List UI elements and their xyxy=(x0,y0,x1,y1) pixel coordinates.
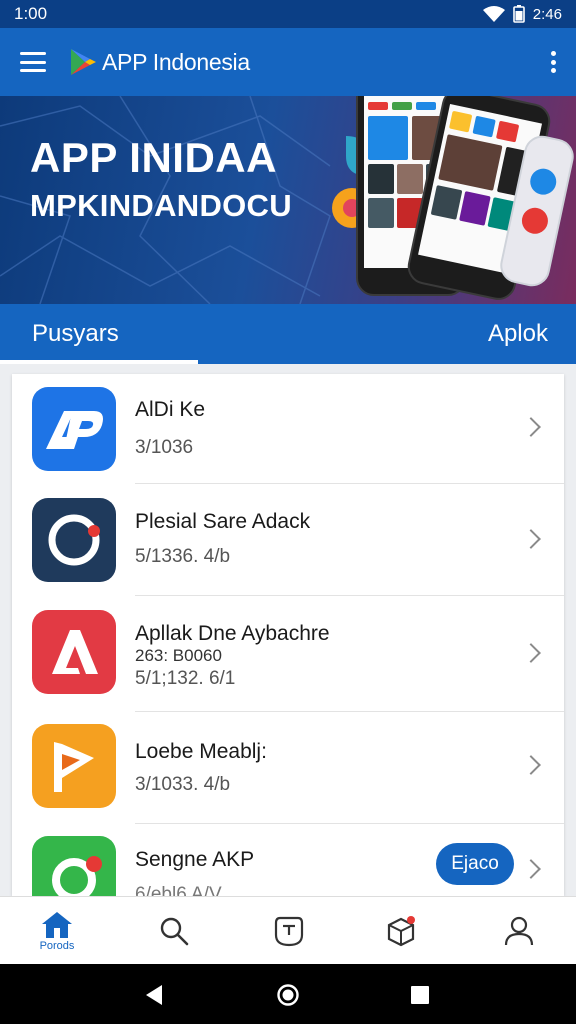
app-name: Apllak Dne Aybachre xyxy=(135,622,330,645)
chevron-right-icon[interactable] xyxy=(521,755,541,775)
app-meta: 3/1036 xyxy=(135,437,194,458)
chevron-right-icon[interactable] xyxy=(521,529,541,549)
wifi-icon xyxy=(482,6,505,22)
app-bar: APP Indonesia xyxy=(0,28,576,96)
app-meta: 6/ebl6 A/V... xyxy=(135,884,236,896)
apps-box-icon xyxy=(387,916,415,947)
back-icon[interactable] xyxy=(144,984,164,1006)
chevron-right-icon[interactable] xyxy=(521,643,541,663)
app-name: AlDi Ke xyxy=(135,398,206,421)
home-circle-icon[interactable] xyxy=(276,983,300,1007)
list-item[interactable]: AlDi Ke 3/1036 xyxy=(12,374,564,484)
account-icon xyxy=(504,916,534,946)
status-time: 1:00 xyxy=(14,4,48,23)
app-icon xyxy=(32,610,116,694)
banner-subheadline: MPKINDANDOCU xyxy=(30,188,292,223)
games-icon xyxy=(274,916,304,947)
hamburger-menu-icon[interactable] xyxy=(20,52,46,72)
app-icon xyxy=(32,724,116,808)
bottom-navigation: Porods xyxy=(0,896,576,964)
app-name: Loebe Meablj: xyxy=(135,740,267,763)
system-navigation-bar xyxy=(0,964,576,1024)
list-item[interactable]: Sengne AKP 6/ebl6 A/V... Ejaco xyxy=(12,824,564,896)
status-right-text: 2:46 xyxy=(532,5,562,23)
list-item[interactable]: Plesial Sare Adack 5/1336. 4/b xyxy=(12,484,564,596)
tab-aplok[interactable]: Aplok xyxy=(488,320,548,348)
ring-logo-icon xyxy=(48,514,100,566)
more-vert-icon[interactable] xyxy=(550,51,556,73)
app-meta: 5/1336. 4/b xyxy=(135,546,231,567)
app-meta: 3/1033. 4/b xyxy=(135,774,231,795)
app-icon xyxy=(32,498,116,582)
map-pin-logo-icon xyxy=(52,856,102,896)
tab-indicator xyxy=(0,360,198,364)
app-name: Plesial Sare Adack xyxy=(135,510,311,533)
nav-search[interactable] xyxy=(134,897,214,965)
recents-icon[interactable] xyxy=(410,985,430,1005)
banner-headline: APP INIDAA xyxy=(30,134,277,181)
a-logo-icon xyxy=(52,630,98,674)
play-flag-logo-icon xyxy=(54,742,94,792)
list-item[interactable]: Loebe Meablj: 3/1033. 4/b xyxy=(12,712,564,824)
nav-apps[interactable] xyxy=(361,897,441,965)
status-icons: 2:46 xyxy=(482,5,562,23)
promo-banner[interactable]: APP INIDAA MPKINDANDOCU xyxy=(0,96,576,304)
ap-logo-icon xyxy=(46,411,103,449)
install-button[interactable]: Ejaco xyxy=(436,843,514,885)
app-title: APP Indonesia xyxy=(102,48,250,75)
app-list: AlDi Ke 3/1036 Plesial Sare Adack 5/1336… xyxy=(12,374,564,896)
chevron-right-icon[interactable] xyxy=(521,417,541,437)
nav-home[interactable]: Porods xyxy=(17,897,97,965)
status-bar: 1:00 2:46 xyxy=(0,0,576,28)
home-icon xyxy=(42,911,72,938)
tab-pusyars[interactable]: Pusyars xyxy=(32,320,119,348)
app-meta: 5/1;132. 6/1 xyxy=(135,668,236,689)
nav-home-label: Porods xyxy=(39,939,75,952)
category-tabs: Pusyars Aplok xyxy=(0,304,576,364)
nav-account[interactable] xyxy=(479,897,559,965)
app-meta-top: 263: B0060 xyxy=(135,646,222,665)
nav-games[interactable] xyxy=(249,897,329,965)
list-item[interactable]: Apllak Dne Aybachre 263: B0060 5/1;132. … xyxy=(12,596,564,712)
app-icon xyxy=(32,387,116,471)
search-icon xyxy=(160,917,189,946)
chevron-right-icon[interactable] xyxy=(521,859,541,879)
battery-icon xyxy=(512,5,525,23)
app-name: Sengne AKP xyxy=(135,848,255,871)
play-store-logo-icon xyxy=(71,49,96,75)
app-icon xyxy=(32,836,116,896)
